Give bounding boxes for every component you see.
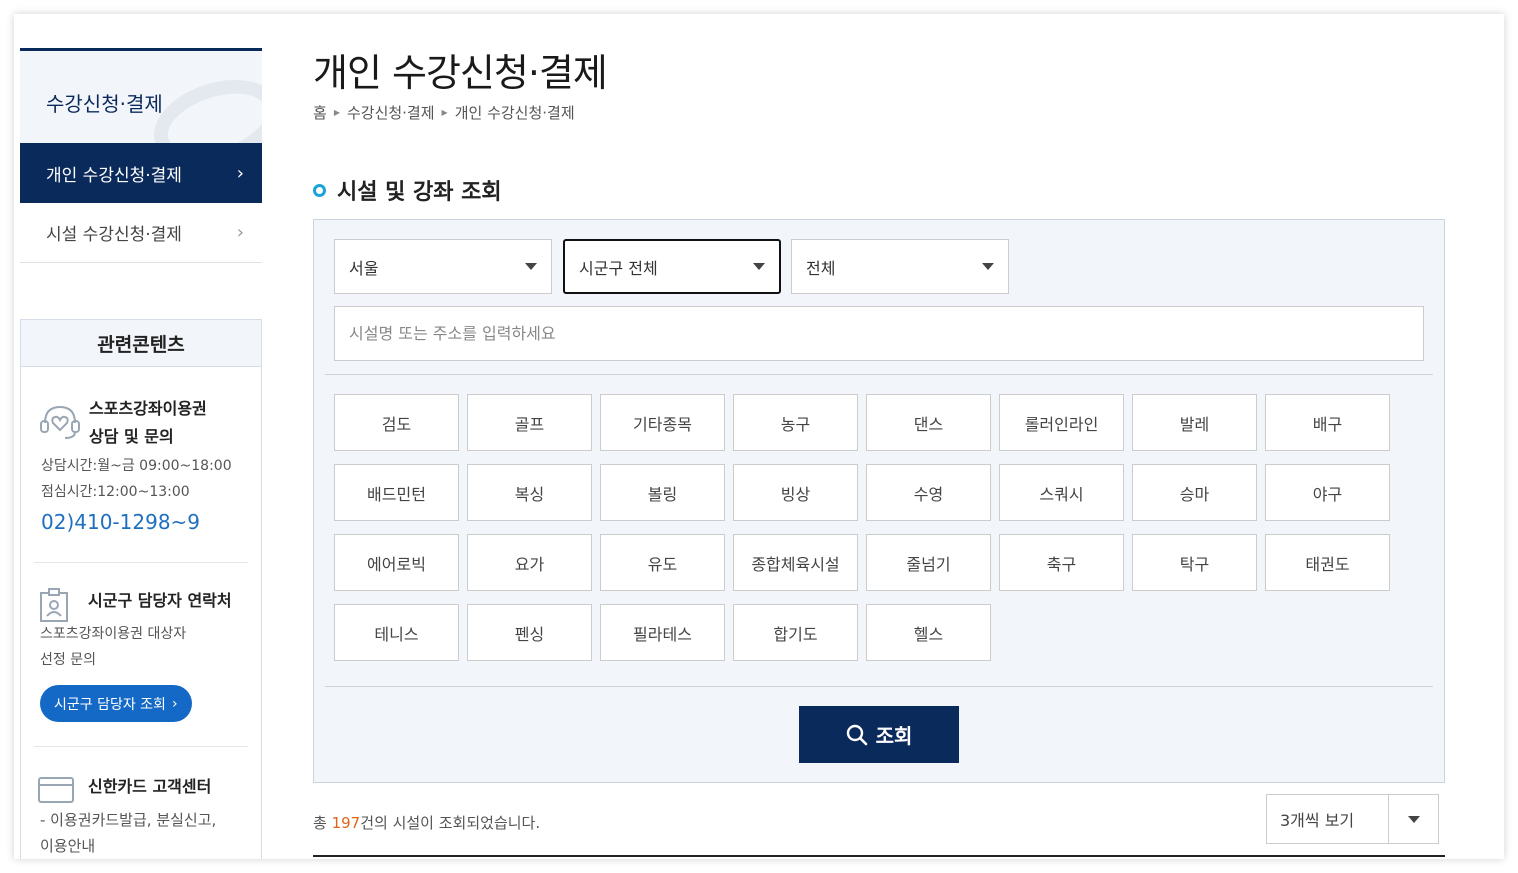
category-chip[interactable]: 펜싱 [467, 604, 592, 661]
headset-heart-icon [40, 405, 80, 439]
search-button[interactable]: 조회 [799, 706, 959, 763]
sidebar-item-label: 개인 수강신청·결제 [46, 165, 182, 186]
category-chip[interactable]: 합기도 [733, 604, 858, 661]
category-chip[interactable]: 줄넘기 [866, 534, 991, 591]
consult-title-line2: 상담 및 문의 [89, 427, 174, 446]
category-chip[interactable]: 빙상 [733, 464, 858, 521]
related-contents-panel: 관련콘텐츠 스포츠강좌이용권 상담 및 문의 상담시간:월~금 09:00~18… [20, 319, 262, 859]
type-select-value: 전체 [806, 258, 836, 278]
region-select[interactable]: 서울 [334, 239, 552, 294]
category-chip[interactable]: 테니스 [334, 604, 459, 661]
breadcrumb-registration[interactable]: 수강신청·결제 [347, 102, 435, 123]
category-chip[interactable]: 농구 [733, 394, 858, 451]
contact-desc-line2: 선정 문의 [40, 652, 96, 668]
divider [325, 374, 1433, 375]
consult-hours: 상담시간:월~금 09:00~18:00 [41, 458, 232, 474]
breadcrumb-separator-icon: ▶ [333, 108, 340, 117]
consult-phone[interactable]: 02)410-1298~9 [41, 505, 248, 539]
region-select-value: 서울 [349, 258, 379, 278]
chevron-right-icon: › [171, 695, 178, 712]
district-contact-search-button[interactable]: 시군구 담당자 조회 › [40, 685, 192, 722]
sidebar-item-personal-registration[interactable]: 개인 수강신청·결제 › [20, 143, 262, 203]
section-title-text: 시설 및 강좌 조회 [337, 180, 502, 205]
chevron-right-icon: › [236, 162, 244, 184]
category-chip[interactable]: 검도 [334, 394, 459, 451]
category-chips: 검도 골프 기타종목 농구 댄스 롤러인라인 발레 배구배드민턴 복싱 볼링 빙상 수영 스쿼시 승마 야구… [334, 394, 1404, 661]
caret-down-icon [982, 263, 994, 270]
per-page-select[interactable]: 3개씩 보기 [1266, 794, 1439, 844]
caret-down-icon [525, 263, 537, 270]
category-chip[interactable]: 헬스 [866, 604, 991, 661]
credit-card-icon [38, 777, 74, 803]
result-suffix: 건의 시설이 조회되었습니다. [360, 814, 541, 832]
sidebar-item-label: 시설 수강신청·결제 [46, 225, 182, 245]
contact-desc-line1: 스포츠강좌이용권 대상자 [40, 626, 187, 642]
contact-title: 시군구 담당자 연락처 [88, 591, 232, 610]
divider [325, 686, 1433, 687]
per-page-dropdown-button[interactable] [1388, 795, 1438, 843]
category-chip[interactable]: 롤러인라인 [999, 394, 1124, 451]
per-page-value: 3개씩 보기 [1280, 811, 1355, 830]
type-select[interactable]: 전체 [791, 239, 1009, 294]
search-icon [846, 724, 867, 745]
caret-down-icon [753, 263, 765, 270]
result-count: 총 197건의 시설이 조회되었습니다. [313, 812, 540, 833]
result-prefix: 총 [313, 814, 332, 832]
district-contact-button-label: 시군구 담당자 조회 [54, 696, 166, 713]
district-select[interactable]: 시군구 전체 [563, 239, 781, 294]
breadcrumb-home[interactable]: 홈 [313, 102, 327, 123]
card-center-desc-line2: 이용안내 [40, 837, 96, 855]
facility-search-input[interactable] [334, 306, 1424, 361]
sidebar: 수강신청·결제 개인 수강신청·결제 › 시설 수강신청·결제 › [20, 48, 262, 263]
contact-block: 시군구 담당자 연락처 스포츠강좌이용권 대상자 선정 문의 시군구 담당자 조… [34, 562, 248, 746]
category-chip[interactable]: 유도 [600, 534, 725, 591]
category-chip[interactable]: 댄스 [866, 394, 991, 451]
category-chip[interactable]: 에어로빅 [334, 534, 459, 591]
category-chip[interactable]: 종합체육시설 [733, 534, 858, 591]
category-chip[interactable]: 배구 [1265, 394, 1390, 451]
breadcrumb-current: 개인 수강신청·결제 [454, 104, 575, 122]
category-chip[interactable]: 발레 [1132, 394, 1257, 451]
sidebar-title: 수강신청·결제 [46, 92, 163, 116]
sidebar-header: 수강신청·결제 [20, 48, 262, 143]
category-chip[interactable]: 스쿼시 [999, 464, 1124, 521]
breadcrumb: 홈 ▶ 수강신청·결제 ▶ 개인 수강신청·결제 [313, 102, 575, 123]
chevron-right-icon: › [236, 222, 244, 243]
related-contents-title: 관련콘텐츠 [21, 320, 261, 367]
caret-down-icon [1407, 815, 1420, 823]
category-chip[interactable]: 배드민턴 [334, 464, 459, 521]
app-frame: 수강신청·결제 개인 수강신청·결제 › 시설 수강신청·결제 › 관련콘텐츠 … [14, 14, 1504, 859]
category-chip[interactable]: 야구 [1265, 464, 1390, 521]
category-chip[interactable]: 복싱 [467, 464, 592, 521]
page-title: 개인 수강신청·결제 [313, 51, 608, 95]
category-chip[interactable]: 필라테스 [600, 604, 725, 661]
category-chip[interactable]: 탁구 [1132, 534, 1257, 591]
category-chip[interactable]: 태권도 [1265, 534, 1390, 591]
breadcrumb-separator-icon: ▶ [441, 108, 448, 117]
consult-block: 스포츠강좌이용권 상담 및 문의 상담시간:월~금 09:00~18:00 점심… [21, 367, 261, 562]
card-center-block: 신한카드 고객센터 - 이용권카드발급, 분실신고, 이용안내 [34, 746, 248, 859]
category-chip[interactable]: 수영 [866, 464, 991, 521]
category-chip[interactable]: 축구 [999, 534, 1124, 591]
category-chip[interactable]: 볼링 [600, 464, 725, 521]
category-chip[interactable]: 요가 [467, 534, 592, 591]
category-chip[interactable]: 승마 [1132, 464, 1257, 521]
result-count-number: 197 [331, 814, 361, 832]
consult-lunch: 점심시간:12:00~13:00 [41, 484, 190, 500]
district-select-value: 시군구 전체 [579, 258, 658, 278]
card-center-desc-line1: - 이용권카드발급, 분실신고, [40, 811, 217, 829]
consult-title-line1: 스포츠강좌이용권 [89, 399, 207, 418]
card-center-title: 신한카드 고객센터 [88, 777, 212, 796]
category-chip[interactable]: 기타종목 [600, 394, 725, 451]
search-button-label: 조회 [875, 726, 913, 748]
list-top-border [313, 855, 1445, 857]
bullet-circle-icon [313, 183, 326, 197]
category-chip[interactable]: 골프 [467, 394, 592, 451]
search-panel: 서울 시군구 전체 전체 검도골프기타종목농구댄스롤러인라인발레배구배드민턴복싱… [313, 219, 1445, 783]
id-badge-icon [40, 588, 68, 622]
sidebar-item-facility-registration[interactable]: 시설 수강신청·결제 › [20, 203, 262, 263]
section-title: 시설 및 강좌 조회 [313, 174, 502, 206]
